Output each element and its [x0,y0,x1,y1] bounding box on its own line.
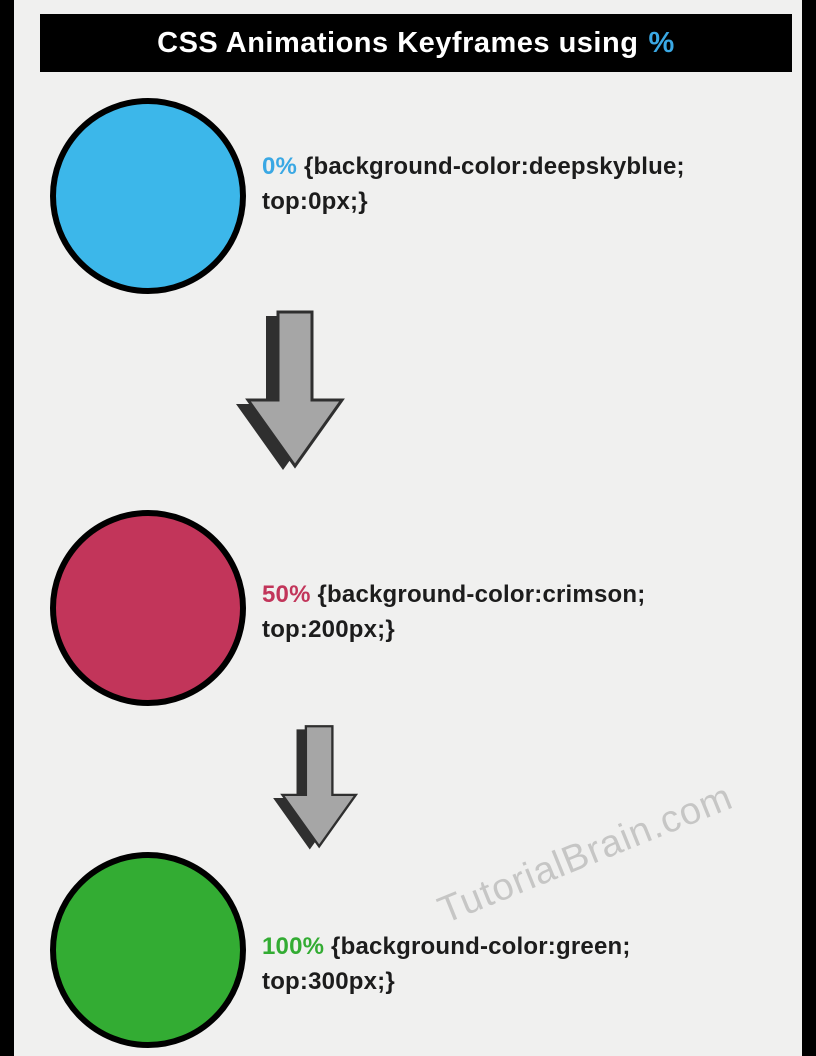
keyframe-percent-label: 100% [262,933,324,960]
watermark-text: TutorialBrain.com [432,776,739,933]
title-bar: CSS Animations Keyframes using % [40,14,792,72]
keyframe-rule-part1: {background-color:deepskyblue; [297,153,685,180]
keyframe-rule-part1: {background-color:crimson; [311,581,646,608]
keyframe-rule-part2: top:300px;} [262,968,395,995]
diagram-frame: CSS Animations Keyframes using % 0% {bac… [0,0,816,1056]
circle-0-percent [50,98,246,294]
keyframe-rule-part2: top:0px;} [262,188,368,215]
keyframe-rule-part1: {background-color:green; [324,933,630,960]
keyframe-code-50: 50% {background-color:crimson; top:200px… [262,578,645,648]
keyframe-code-0: 0% {background-color:deepskyblue; top:0p… [262,150,685,220]
down-arrow-icon [270,720,364,853]
circle-100-percent [50,852,246,1048]
keyframe-percent-label: 0% [262,153,297,180]
down-arrow-icon [232,304,352,474]
circle-50-percent [50,510,246,706]
keyframe-code-100: 100% {background-color:green; top:300px;… [262,930,631,1000]
keyframe-rule-part2: top:200px;} [262,616,395,643]
keyframe-percent-label: 50% [262,581,311,608]
title-text: CSS Animations Keyframes using [157,27,638,60]
title-percent-symbol: % [649,27,675,60]
